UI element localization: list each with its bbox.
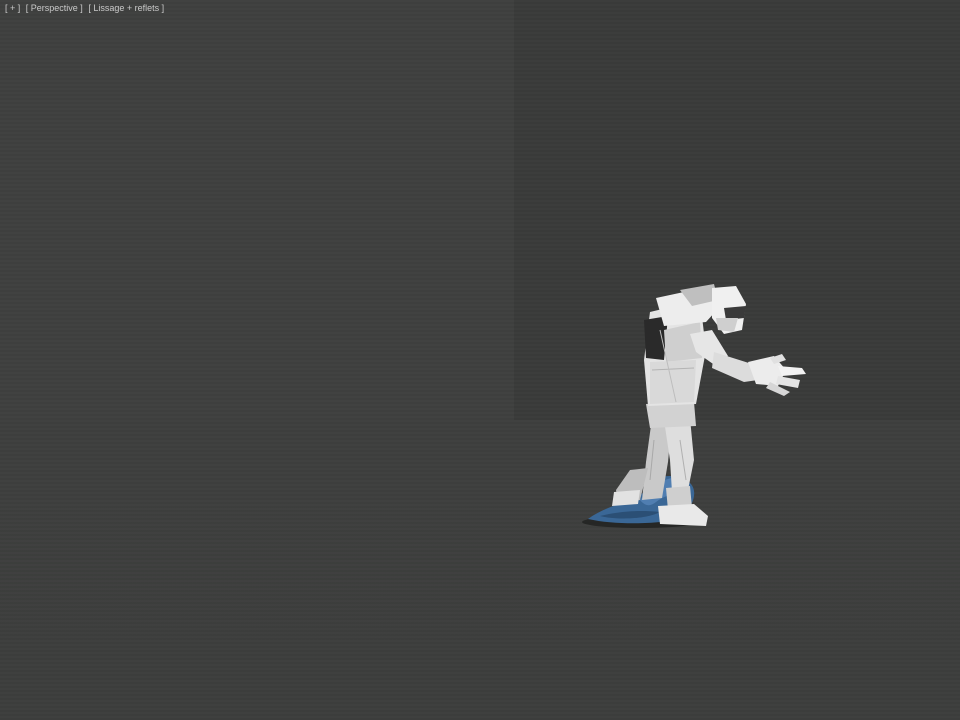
viewport-label[interactable]: [ + ] [ Perspective ] [ Lissage + reflet…: [5, 3, 167, 14]
viewport-shading-menu[interactable]: [ Lissage + reflets ]: [88, 3, 164, 13]
character-mesh[interactable]: [612, 284, 806, 526]
viewport-scene: [582, 284, 806, 528]
viewport-view-menu[interactable]: [ Perspective ]: [26, 3, 83, 13]
viewport-menu-plus[interactable]: [ + ]: [5, 3, 20, 13]
3d-viewport[interactable]: [ + ] [ Perspective ] [ Lissage + reflet…: [0, 0, 960, 720]
